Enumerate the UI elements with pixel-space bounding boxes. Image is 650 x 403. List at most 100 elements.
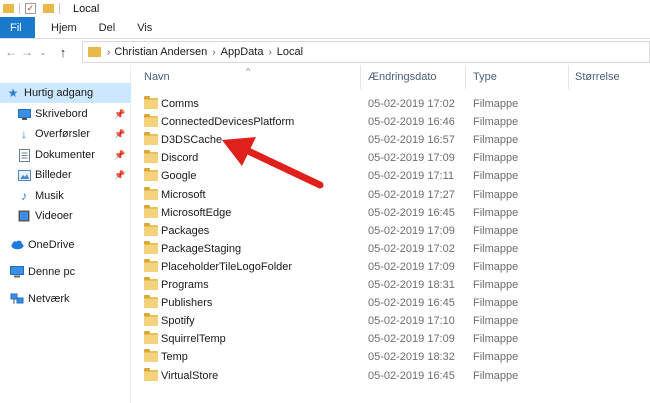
star-icon: ★ [7,86,19,100]
file-date: 05-02-2019 16:45 [368,369,455,382]
folder-icon [144,204,158,218]
computer-icon [10,265,24,279]
pin-icon[interactable]: 📌 [114,150,125,161]
sidebar-item-downloads[interactable]: ↓ Overførsler 📌 [0,124,131,144]
list-item[interactable]: Comms 05-02-2019 17:02 Filmappe [140,95,650,113]
folder-icon [144,150,158,164]
list-item[interactable]: Spotify 05-02-2019 17:10 Filmappe [140,312,650,330]
pin-icon[interactable]: 📌 [114,109,125,120]
address-bar[interactable]: › Christian Andersen › AppData › Local [82,41,650,63]
chevron-right-icon[interactable]: › [212,47,215,58]
chevron-right-icon[interactable]: › [107,47,110,58]
properties-check-icon[interactable]: ✓ [25,3,36,14]
file-date: 05-02-2019 16:46 [368,116,455,129]
column-header-name[interactable]: Navn [144,65,170,89]
file-name: PlaceholderTileLogoFolder [161,260,293,273]
list-item[interactable]: Publishers 05-02-2019 16:45 Filmappe [140,294,650,312]
file-type: Filmappe [473,315,519,328]
file-date: 05-02-2019 17:09 [368,333,455,346]
tab-file[interactable]: Fil [0,17,35,38]
folder-icon [144,96,158,109]
divider [59,3,60,14]
sort-ascending-icon: ^ [246,66,251,76]
breadcrumb-appdata[interactable]: AppData [221,46,264,58]
chevron-right-icon[interactable]: › [268,47,271,58]
navigation-bar: ← → ⌄ ↑ › Christian Andersen › AppData ›… [0,39,650,65]
sidebar-item-label: Musik [35,190,64,202]
file-type: Filmappe [473,297,519,310]
list-item[interactable]: Packages 05-02-2019 17:09 Filmappe [140,222,650,240]
sidebar-item-desktop[interactable]: Skrivebord 📌 [0,104,131,124]
list-item[interactable]: Temp 05-02-2019 18:32 Filmappe [140,348,650,366]
folder-icon [88,47,101,57]
desktop-icon [17,107,31,121]
breadcrumb-local[interactable]: Local [277,46,303,58]
folder-icon [144,313,158,327]
file-type: Filmappe [473,170,519,183]
file-type: Filmappe [473,134,519,147]
file-name: ConnectedDevicesPlatform [161,116,295,129]
list-item[interactable]: D3DSCache 05-02-2019 16:57 Filmappe [140,131,650,149]
new-folder-icon[interactable] [43,4,54,13]
file-name: Google [161,170,197,183]
column-divider[interactable] [568,65,569,89]
file-name: D3DSCache [161,134,223,147]
file-type: Filmappe [473,188,519,201]
file-type: Filmappe [473,351,519,364]
list-item[interactable]: ConnectedDevicesPlatform 05-02-2019 16:46… [140,113,650,131]
folder-icon [144,168,158,182]
sidebar-item-label: Netværk [28,293,70,305]
tab-share[interactable]: Del [88,17,127,38]
list-item[interactable]: PackageStaging 05-02-2019 17:02 Filmappe [140,240,650,258]
file-name: Programs [161,279,209,291]
list-item[interactable]: MicrosoftEdge 05-02-2019 16:45 Filmappe [140,204,650,222]
file-date: 05-02-2019 17:10 [368,315,455,328]
file-name: MicrosoftEdge [161,206,232,219]
folder-icon [144,295,158,309]
forward-arrow-icon[interactable]: → [19,45,35,59]
tab-home[interactable]: Hjem [40,17,88,38]
column-divider[interactable] [465,65,466,89]
list-item[interactable]: SquirrelTemp 05-02-2019 17:09 Filmappe [140,330,650,348]
sidebar-item-label: Overførsler [35,128,90,140]
file-date: 05-02-2019 17:09 [368,224,455,237]
window-title: Local [73,2,100,15]
video-icon [17,209,31,223]
sidebar-item-pictures[interactable]: Billeder 📌 [0,165,131,185]
sidebar-item-quick-access[interactable]: ★ Hurtig adgang [0,83,131,103]
tab-view[interactable]: Vis [126,17,163,38]
list-item[interactable]: Google 05-02-2019 17:11 Filmappe [140,167,650,185]
file-date: 05-02-2019 17:02 [368,98,455,110]
sidebar-item-music[interactable]: ♪ Musik [0,186,131,206]
list-item[interactable]: Discord 05-02-2019 17:09 Filmappe [140,149,650,167]
breadcrumb-user[interactable]: Christian Andersen [114,46,207,58]
column-header-size[interactable]: Størrelse [575,65,620,89]
network-icon [10,292,24,306]
folder-icon [144,240,158,254]
back-arrow-icon[interactable]: ← [3,45,19,59]
pictures-icon [17,168,31,182]
sidebar-item-network[interactable]: Netværk [0,289,131,309]
recent-chevron-down-icon[interactable]: ⌄ [35,48,51,57]
sidebar-item-onedrive[interactable]: OneDrive [0,235,131,255]
sidebar-item-this-pc[interactable]: Denne pc [0,262,131,282]
sidebar-item-documents[interactable]: Dokumenter 📌 [0,145,131,165]
title-bar: ✓ Local [0,0,650,17]
sidebar-item-videos[interactable]: Videoer [0,206,131,226]
column-header-type[interactable]: Type [473,65,497,89]
sidebar-item-label: Videoer [35,210,73,222]
file-name: Publishers [161,297,213,310]
list-item[interactable]: Programs 05-02-2019 18:31 Filmappe [140,276,650,294]
folder-icon [144,132,158,146]
list-item[interactable]: Microsoft 05-02-2019 17:27 Filmappe [140,186,650,204]
pin-icon[interactable]: 📌 [114,129,125,140]
file-date: 05-02-2019 16:57 [368,134,455,147]
file-type: Filmappe [473,206,519,219]
up-arrow-icon[interactable]: ↑ [55,45,71,60]
column-header-date[interactable]: Ændringsdato [368,65,437,89]
pin-icon[interactable]: 📌 [114,170,125,181]
divider [19,3,20,14]
column-divider[interactable] [360,65,361,89]
list-item[interactable]: VirtualStore 05-02-2019 16:45 Filmappe [140,367,650,385]
list-item[interactable]: PlaceholderTileLogoFolder 05-02-2019 17:0… [140,258,650,276]
